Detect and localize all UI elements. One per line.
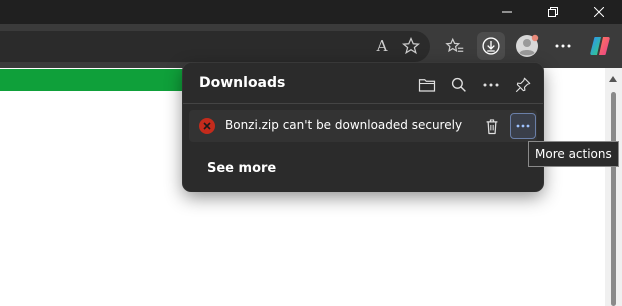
page-green-banner [0, 69, 205, 91]
close-icon [594, 7, 604, 17]
minimize-icon [502, 11, 512, 13]
panel-title: Downloads [199, 75, 286, 91]
more-icon [555, 44, 571, 48]
address-bar[interactable] [0, 31, 430, 62]
minimize-button[interactable] [484, 0, 530, 24]
folder-icon [418, 79, 436, 92]
window-titlebar [0, 0, 622, 24]
panel-more-options-button[interactable] [478, 72, 504, 98]
read-aloud-icon: A [376, 37, 388, 55]
download-icon [482, 37, 500, 55]
maximize-icon [548, 7, 558, 17]
trash-icon [486, 118, 498, 134]
favorites-button[interactable] [441, 32, 469, 60]
search-downloads-button[interactable] [446, 72, 472, 98]
read-aloud-button[interactable]: A [368, 32, 396, 60]
vertical-scrollbar[interactable] [605, 68, 622, 306]
panel-divider [183, 103, 543, 104]
profile-button[interactable] [513, 32, 541, 60]
favorite-star-icon [402, 37, 420, 55]
settings-more-button[interactable] [549, 32, 577, 60]
add-favorite-button[interactable] [397, 32, 425, 60]
open-downloads-folder-button[interactable] [414, 72, 440, 98]
more-actions-tooltip: More actions [528, 141, 619, 167]
profile-avatar [516, 34, 539, 57]
pin-icon [515, 77, 531, 93]
maximize-button[interactable] [530, 0, 576, 24]
downloads-panel: Downloads Bonzi.zip can't be downloaded … [183, 63, 543, 191]
scroll-up-arrow-icon[interactable] [609, 76, 617, 82]
delete-download-button[interactable] [479, 113, 505, 139]
download-item[interactable]: Bonzi.zip can't be downloaded securely [189, 110, 537, 142]
more-icon [483, 83, 499, 87]
see-more-link[interactable]: See more [207, 161, 276, 176]
error-icon [199, 118, 215, 134]
copilot-icon [590, 37, 610, 55]
search-icon [451, 77, 466, 92]
scroll-thumb[interactable] [611, 92, 616, 306]
downloads-button[interactable] [477, 32, 505, 60]
more-actions-button[interactable] [510, 113, 536, 139]
close-window-button[interactable] [576, 0, 622, 24]
copilot-button[interactable] [586, 32, 614, 60]
download-item-text: Bonzi.zip can't be downloaded securely [225, 118, 463, 132]
more-icon [516, 124, 530, 128]
browser-toolbar: A [0, 24, 622, 68]
favorites-icon [445, 37, 464, 53]
pin-panel-button[interactable] [510, 72, 536, 98]
